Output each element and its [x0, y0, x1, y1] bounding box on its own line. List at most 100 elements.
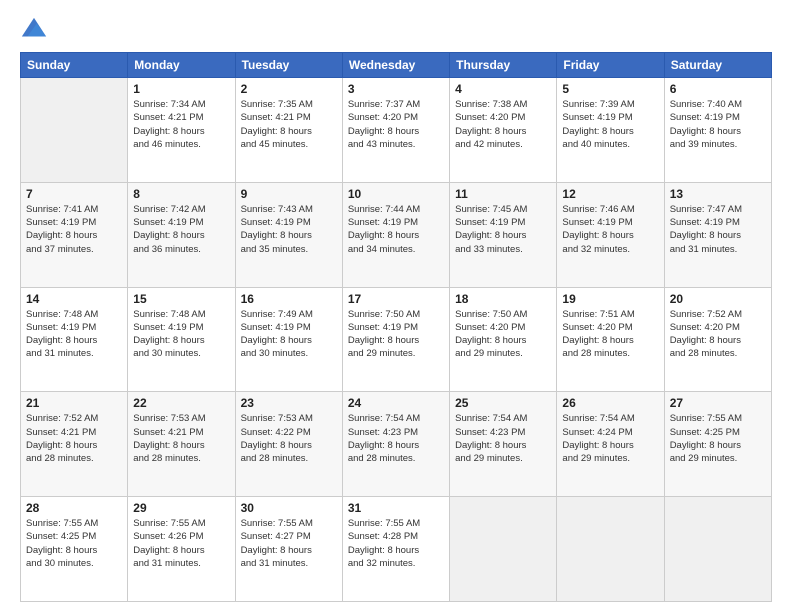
calendar-cell: 1 Sunrise: 7:34 AMSunset: 4:21 PMDaylight… — [128, 78, 235, 183]
day-number: 25 — [455, 396, 551, 410]
day-number: 4 — [455, 82, 551, 96]
calendar-week-row: 7 Sunrise: 7:41 AMSunset: 4:19 PMDaylight… — [21, 182, 772, 287]
calendar-cell: 23 Sunrise: 7:53 AMSunset: 4:22 PMDayligh… — [235, 392, 342, 497]
calendar-cell — [664, 497, 771, 602]
calendar-cell: 16 Sunrise: 7:49 AMSunset: 4:19 PMDayligh… — [235, 287, 342, 392]
day-number: 13 — [670, 187, 766, 201]
day-number: 29 — [133, 501, 229, 515]
day-number: 10 — [348, 187, 444, 201]
day-number: 19 — [562, 292, 658, 306]
day-info: Sunrise: 7:35 AMSunset: 4:21 PMDaylight:… — [241, 98, 337, 151]
calendar-cell: 20 Sunrise: 7:52 AMSunset: 4:20 PMDayligh… — [664, 287, 771, 392]
calendar-table: SundayMondayTuesdayWednesdayThursdayFrid… — [20, 52, 772, 602]
calendar-cell: 11Sunrise: 7:45 AMSunset: 4:19 PMDayligh… — [450, 182, 557, 287]
day-number: 23 — [241, 396, 337, 410]
day-number: 6 — [670, 82, 766, 96]
calendar-header-sunday: Sunday — [21, 53, 128, 78]
day-number: 20 — [670, 292, 766, 306]
day-info: Sunrise: 7:39 AMSunset: 4:19 PMDaylight:… — [562, 98, 658, 151]
logo — [20, 16, 52, 44]
day-number: 28 — [26, 501, 122, 515]
calendar-cell: 21Sunrise: 7:52 AMSunset: 4:21 PMDayligh… — [21, 392, 128, 497]
day-info: Sunrise: 7:53 AMSunset: 4:22 PMDaylight:… — [241, 412, 337, 465]
logo-icon — [20, 16, 48, 44]
calendar-cell: 18 Sunrise: 7:50 AMSunset: 4:20 PMDayligh… — [450, 287, 557, 392]
day-number: 18 — [455, 292, 551, 306]
calendar-cell: 25 Sunrise: 7:54 AMSunset: 4:23 PMDayligh… — [450, 392, 557, 497]
day-number: 8 — [133, 187, 229, 201]
calendar-cell: 27Sunrise: 7:55 AMSunset: 4:25 PMDayligh… — [664, 392, 771, 497]
day-info: Sunrise: 7:53 AMSunset: 4:21 PMDaylight:… — [133, 412, 229, 465]
day-info: Sunrise: 7:51 AMSunset: 4:20 PMDaylight:… — [562, 308, 658, 361]
calendar-cell: 7 Sunrise: 7:41 AMSunset: 4:19 PMDaylight… — [21, 182, 128, 287]
day-number: 16 — [241, 292, 337, 306]
calendar-cell: 8 Sunrise: 7:42 AMSunset: 4:19 PMDaylight… — [128, 182, 235, 287]
calendar-cell: 2 Sunrise: 7:35 AMSunset: 4:21 PMDaylight… — [235, 78, 342, 183]
day-info: Sunrise: 7:41 AMSunset: 4:19 PMDaylight:… — [26, 203, 122, 256]
day-number: 11 — [455, 187, 551, 201]
day-info: Sunrise: 7:43 AMSunset: 4:19 PMDaylight:… — [241, 203, 337, 256]
calendar-cell: 15Sunrise: 7:48 AMSunset: 4:19 PMDayligh… — [128, 287, 235, 392]
calendar-week-row: 14 Sunrise: 7:48 AMSunset: 4:19 PMDayligh… — [21, 287, 772, 392]
calendar-header-monday: Monday — [128, 53, 235, 78]
day-info: Sunrise: 7:48 AMSunset: 4:19 PMDaylight:… — [26, 308, 122, 361]
day-info: Sunrise: 7:50 AMSunset: 4:19 PMDaylight:… — [348, 308, 444, 361]
calendar-header-friday: Friday — [557, 53, 664, 78]
calendar-cell — [450, 497, 557, 602]
calendar-cell: 30 Sunrise: 7:55 AMSunset: 4:27 PMDayligh… — [235, 497, 342, 602]
calendar-cell: 22 Sunrise: 7:53 AMSunset: 4:21 PMDayligh… — [128, 392, 235, 497]
day-number: 30 — [241, 501, 337, 515]
day-number: 22 — [133, 396, 229, 410]
day-number: 12 — [562, 187, 658, 201]
day-info: Sunrise: 7:44 AMSunset: 4:19 PMDaylight:… — [348, 203, 444, 256]
page: SundayMondayTuesdayWednesdayThursdayFrid… — [0, 0, 792, 612]
calendar-cell: 10 Sunrise: 7:44 AMSunset: 4:19 PMDayligh… — [342, 182, 449, 287]
day-info: Sunrise: 7:48 AMSunset: 4:19 PMDaylight:… — [133, 308, 229, 361]
calendar-cell: 12 Sunrise: 7:46 AMSunset: 4:19 PMDayligh… — [557, 182, 664, 287]
day-info: Sunrise: 7:55 AMSunset: 4:26 PMDaylight:… — [133, 517, 229, 570]
header — [20, 16, 772, 44]
day-info: Sunrise: 7:50 AMSunset: 4:20 PMDaylight:… — [455, 308, 551, 361]
day-number: 14 — [26, 292, 122, 306]
calendar-header-wednesday: Wednesday — [342, 53, 449, 78]
day-info: Sunrise: 7:49 AMSunset: 4:19 PMDaylight:… — [241, 308, 337, 361]
day-info: Sunrise: 7:47 AMSunset: 4:19 PMDaylight:… — [670, 203, 766, 256]
day-number: 1 — [133, 82, 229, 96]
calendar-cell: 19 Sunrise: 7:51 AMSunset: 4:20 PMDayligh… — [557, 287, 664, 392]
calendar-header-saturday: Saturday — [664, 53, 771, 78]
calendar-cell: 17 Sunrise: 7:50 AMSunset: 4:19 PMDayligh… — [342, 287, 449, 392]
day-number: 3 — [348, 82, 444, 96]
calendar-cell: 14 Sunrise: 7:48 AMSunset: 4:19 PMDayligh… — [21, 287, 128, 392]
calendar-cell: 24 Sunrise: 7:54 AMSunset: 4:23 PMDayligh… — [342, 392, 449, 497]
calendar-cell — [21, 78, 128, 183]
calendar-cell: 29 Sunrise: 7:55 AMSunset: 4:26 PMDayligh… — [128, 497, 235, 602]
calendar-cell: 13 Sunrise: 7:47 AMSunset: 4:19 PMDayligh… — [664, 182, 771, 287]
day-info: Sunrise: 7:42 AMSunset: 4:19 PMDaylight:… — [133, 203, 229, 256]
day-info: Sunrise: 7:55 AMSunset: 4:28 PMDaylight:… — [348, 517, 444, 570]
day-info: Sunrise: 7:37 AMSunset: 4:20 PMDaylight:… — [348, 98, 444, 151]
day-number: 24 — [348, 396, 444, 410]
calendar-cell: 31Sunrise: 7:55 AMSunset: 4:28 PMDayligh… — [342, 497, 449, 602]
day-number: 17 — [348, 292, 444, 306]
day-info: Sunrise: 7:54 AMSunset: 4:23 PMDaylight:… — [455, 412, 551, 465]
day-number: 27 — [670, 396, 766, 410]
day-number: 9 — [241, 187, 337, 201]
day-info: Sunrise: 7:46 AMSunset: 4:19 PMDaylight:… — [562, 203, 658, 256]
calendar-header-tuesday: Tuesday — [235, 53, 342, 78]
calendar-header-thursday: Thursday — [450, 53, 557, 78]
calendar-cell: 26Sunrise: 7:54 AMSunset: 4:24 PMDayligh… — [557, 392, 664, 497]
day-number: 2 — [241, 82, 337, 96]
day-info: Sunrise: 7:54 AMSunset: 4:23 PMDaylight:… — [348, 412, 444, 465]
calendar-cell: 5 Sunrise: 7:39 AMSunset: 4:19 PMDaylight… — [557, 78, 664, 183]
day-number: 5 — [562, 82, 658, 96]
day-info: Sunrise: 7:40 AMSunset: 4:19 PMDaylight:… — [670, 98, 766, 151]
day-info: Sunrise: 7:55 AMSunset: 4:27 PMDaylight:… — [241, 517, 337, 570]
day-number: 7 — [26, 187, 122, 201]
calendar-cell: 28Sunrise: 7:55 AMSunset: 4:25 PMDayligh… — [21, 497, 128, 602]
day-info: Sunrise: 7:34 AMSunset: 4:21 PMDaylight:… — [133, 98, 229, 151]
day-info: Sunrise: 7:38 AMSunset: 4:20 PMDaylight:… — [455, 98, 551, 151]
day-info: Sunrise: 7:52 AMSunset: 4:20 PMDaylight:… — [670, 308, 766, 361]
calendar-cell: 4 Sunrise: 7:38 AMSunset: 4:20 PMDaylight… — [450, 78, 557, 183]
calendar-cell — [557, 497, 664, 602]
calendar-cell: 9 Sunrise: 7:43 AMSunset: 4:19 PMDaylight… — [235, 182, 342, 287]
